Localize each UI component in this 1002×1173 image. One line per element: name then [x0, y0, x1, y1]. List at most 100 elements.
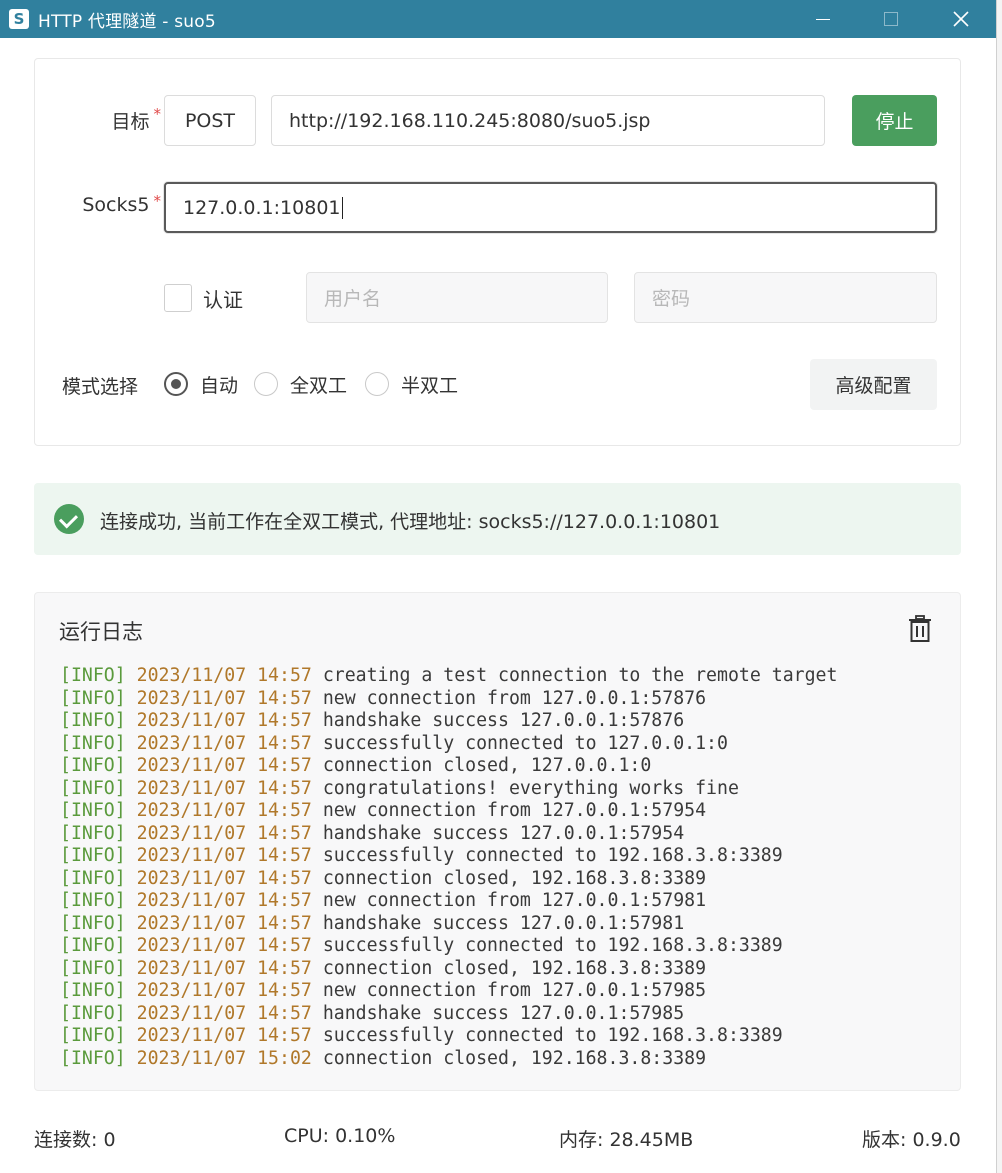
log-time: 2023/11/07 15:02 — [136, 1047, 312, 1069]
log-panel: 运行日志 [INFO] 2023/11/07 14:57 creating a … — [34, 592, 961, 1091]
log-message: handshake success 127.0.0.1:57954 — [322, 822, 685, 844]
log-level: [INFO] — [60, 845, 126, 866]
log-line: [INFO] 2023/11/07 14:57 handshake succes… — [60, 823, 837, 846]
close-button[interactable] — [936, 0, 986, 38]
log-line: [INFO] 2023/11/07 14:57 new connection f… — [60, 800, 837, 823]
log-level: [INFO] — [60, 800, 126, 821]
log-time: 2023/11/07 14:57 — [136, 1025, 312, 1046]
log-time: 2023/11/07 14:57 — [136, 890, 312, 911]
socks5-address-value: 127.0.0.1:10801 — [183, 196, 341, 219]
log-line: [INFO] 2023/11/07 14:57 successfully con… — [60, 845, 837, 868]
log-message: connection closed, 127.0.0.1:0 — [322, 755, 652, 776]
log-message: connection closed, 192.168.3.8:3389 — [322, 1047, 707, 1069]
log-level: [INFO] — [60, 1002, 126, 1024]
log-level: [INFO] — [60, 980, 126, 1001]
log-level: [INFO] — [60, 935, 126, 956]
log-level: [INFO] — [60, 912, 126, 934]
log-level: [INFO] — [60, 732, 126, 754]
password-placeholder: 密码 — [652, 288, 691, 310]
target-url-input[interactable]: http://192.168.110.245:8080/suo5.jsp — [271, 95, 825, 146]
text-caret — [341, 196, 343, 219]
log-time: 2023/11/07 14:57 — [136, 1002, 312, 1024]
log-time: 2023/11/07 14:57 — [136, 957, 312, 979]
log-level: [INFO] — [60, 1025, 126, 1046]
connection-status-text: 连接成功, 当前工作在全双工模式, 代理地址: socks5://127.0.0… — [100, 511, 721, 533]
log-level: [INFO] — [60, 687, 126, 709]
log-time: 2023/11/07 14:57 — [136, 912, 312, 934]
trash-icon[interactable] — [907, 615, 933, 643]
mode-half-duplex-radio[interactable] — [365, 372, 389, 396]
log-line: [INFO] 2023/11/07 14:57 new connection f… — [60, 688, 837, 711]
minimize-icon — [816, 18, 830, 20]
check-circle-icon — [54, 504, 84, 534]
close-icon — [953, 11, 969, 27]
auth-checkbox[interactable] — [164, 284, 192, 312]
username-placeholder: 用户名 — [324, 288, 382, 310]
maximize-button[interactable] — [866, 0, 916, 38]
minimize-button[interactable] — [798, 0, 848, 38]
log-time: 2023/11/07 14:57 — [136, 980, 312, 1001]
password-input[interactable]: 密码 — [634, 272, 937, 323]
mode-label: 模式选择 — [62, 376, 139, 398]
required-mark: * — [153, 192, 162, 210]
log-time: 2023/11/07 14:57 — [136, 732, 312, 754]
log-line: [INFO] 2023/11/07 14:57 new connection f… — [60, 980, 837, 1003]
log-time: 2023/11/07 14:57 — [136, 935, 312, 956]
log-message: successfully connected to 127.0.0.1:0 — [322, 732, 728, 754]
log-title: 运行日志 — [59, 620, 143, 644]
log-level: [INFO] — [60, 710, 126, 731]
log-time: 2023/11/07 14:57 — [136, 755, 312, 776]
log-output: [INFO] 2023/11/07 14:57 creating a test … — [60, 665, 837, 1070]
log-level: [INFO] — [60, 822, 126, 844]
mode-full-duplex-radio[interactable] — [254, 372, 278, 396]
status-version: 版本: 0.9.0 — [862, 1129, 961, 1151]
log-line: [INFO] 2023/11/07 14:57 successfully con… — [60, 1025, 837, 1048]
log-line: [INFO] 2023/11/07 14:57 successfully con… — [60, 733, 837, 756]
mode-full-duplex-label[interactable]: 全双工 — [290, 371, 347, 398]
method-select[interactable]: POST — [164, 95, 256, 146]
app-logo-icon: S — [9, 9, 29, 29]
socks5-address-input[interactable]: 127.0.0.1:10801 — [164, 182, 937, 233]
maximize-icon — [884, 12, 898, 26]
title-bar: S HTTP 代理隧道 - suo5 — [0, 0, 996, 38]
log-message: successfully connected to 192.168.3.8:33… — [322, 845, 783, 866]
log-line: [INFO] 2023/11/07 14:57 handshake succes… — [60, 710, 837, 733]
log-level: [INFO] — [60, 1047, 126, 1069]
log-time: 2023/11/07 14:57 — [136, 687, 312, 709]
log-message: handshake success 127.0.0.1:57985 — [322, 1002, 685, 1024]
log-message: handshake success 127.0.0.1:57876 — [322, 710, 685, 731]
advanced-config-button[interactable]: 高级配置 — [810, 359, 937, 410]
stop-button[interactable]: 停止 — [852, 95, 937, 146]
log-message: congratulations! everything works fine — [322, 777, 739, 799]
required-mark: * — [153, 105, 162, 123]
log-level: [INFO] — [60, 867, 126, 889]
log-time: 2023/11/07 14:57 — [136, 800, 312, 821]
target-url-value: http://192.168.110.245:8080/suo5.jsp — [289, 109, 651, 132]
window-title: HTTP 代理隧道 - suo5 — [38, 11, 216, 32]
log-time: 2023/11/07 14:57 — [136, 777, 312, 799]
username-input[interactable]: 用户名 — [306, 272, 608, 323]
log-level: [INFO] — [60, 665, 126, 686]
log-line: [INFO] 2023/11/07 14:57 connection close… — [60, 868, 837, 891]
log-message: new connection from 127.0.0.1:57954 — [322, 800, 707, 821]
socks5-label: Socks5 * — [82, 192, 162, 216]
log-level: [INFO] — [60, 890, 126, 911]
auth-label[interactable]: 认证 — [203, 284, 243, 313]
log-line: [INFO] 2023/11/07 14:57 successfully con… — [60, 935, 837, 958]
log-message: connection closed, 192.168.3.8:3389 — [322, 867, 707, 889]
connection-status-banner: 连接成功, 当前工作在全双工模式, 代理地址: socks5://127.0.0… — [34, 483, 961, 555]
log-line: [INFO] 2023/11/07 14:57 creating a test … — [60, 665, 837, 688]
log-message: handshake success 127.0.0.1:57981 — [322, 912, 685, 934]
mode-auto-radio[interactable] — [164, 372, 188, 396]
log-message: successfully connected to 192.168.3.8:33… — [322, 935, 783, 956]
log-message: new connection from 127.0.0.1:57876 — [322, 687, 707, 709]
mode-auto-label[interactable]: 自动 — [200, 371, 238, 398]
status-memory: 内存: 28.45MB — [559, 1129, 694, 1151]
log-level: [INFO] — [60, 777, 126, 799]
log-time: 2023/11/07 14:57 — [136, 867, 312, 889]
log-line: [INFO] 2023/11/07 14:57 connection close… — [60, 958, 837, 981]
status-cpu: CPU: 0.10% — [284, 1125, 396, 1147]
mode-half-duplex-label[interactable]: 半双工 — [401, 371, 458, 398]
log-message: new connection from 127.0.0.1:57981 — [322, 890, 707, 911]
log-line: [INFO] 2023/11/07 14:57 handshake succes… — [60, 1003, 837, 1026]
